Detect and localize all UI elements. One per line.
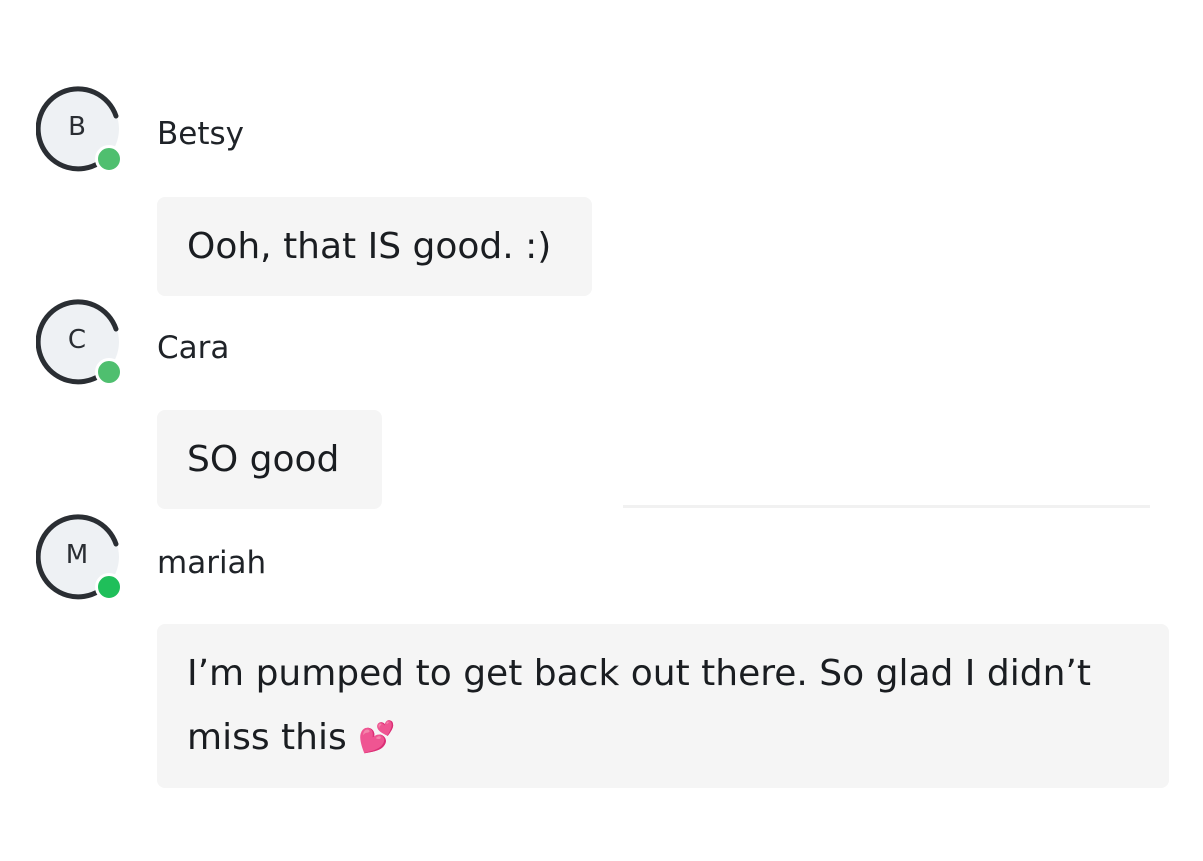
- message-bubble[interactable]: SO good: [157, 410, 382, 509]
- sender-name[interactable]: mariah: [157, 545, 266, 581]
- message-text: Ooh, that IS good. :): [187, 226, 552, 267]
- message-text-line: miss this 💕: [187, 706, 1139, 770]
- message-text: miss this: [187, 717, 347, 758]
- avatar[interactable]: C: [36, 299, 123, 386]
- status-online-indicator: [95, 573, 123, 601]
- sender-name[interactable]: Cara: [157, 330, 229, 366]
- avatar[interactable]: M: [36, 514, 123, 601]
- divider: [623, 505, 1150, 508]
- avatar[interactable]: B: [36, 86, 123, 173]
- message-bubble[interactable]: Ooh, that IS good. :): [157, 197, 592, 296]
- status-online-indicator: [95, 358, 123, 386]
- message-text: I’m pumped to get back out there. So gla…: [187, 653, 1091, 694]
- two-hearts-icon: 💕: [358, 720, 396, 755]
- sender-name[interactable]: Betsy: [157, 116, 244, 152]
- status-online-indicator: [95, 145, 123, 173]
- message-text: SO good: [187, 439, 340, 480]
- message-bubble[interactable]: I’m pumped to get back out there. So gla…: [157, 624, 1169, 788]
